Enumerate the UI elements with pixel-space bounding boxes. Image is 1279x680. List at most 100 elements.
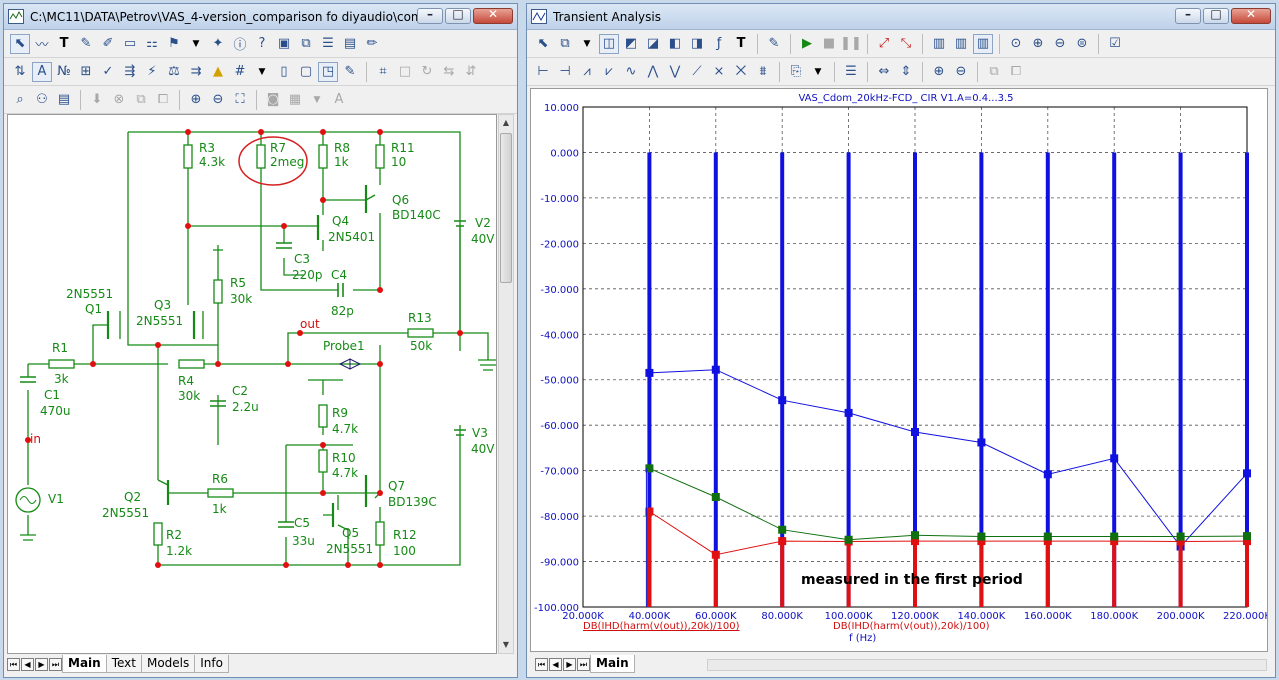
cursor-data-icon[interactable]: ⩩: [753, 62, 773, 82]
schematic-canvas[interactable]: R3 4.3k R7 2meg R8 1k R11 10 Q6 BD140C Q…: [7, 114, 497, 654]
edit-table-icon[interactable]: ✏: [362, 34, 382, 54]
prev-page-icon[interactable]: ◀: [21, 657, 34, 671]
grid-icon[interactable]: #: [230, 62, 250, 82]
stamp-icon[interactable]: ✦: [208, 34, 228, 54]
text-icon[interactable]: T: [731, 34, 751, 54]
format-icon[interactable]: ✎: [340, 62, 360, 82]
help-icon[interactable]: ?: [252, 34, 272, 54]
schematic-titlebar[interactable]: C:\MC11\DATA\Petrov\VAS_4-version_compar…: [4, 4, 517, 30]
r7-symbol[interactable]: [256, 144, 266, 169]
cursor-peak-icon[interactable]: ⊢: [533, 62, 553, 82]
copy-icon[interactable]: ⧉: [131, 90, 151, 110]
wire-mode-icon[interactable]: 〰: [32, 34, 52, 54]
last-page-icon[interactable]: ⏭: [577, 657, 590, 671]
box-icon[interactable]: □: [395, 62, 415, 82]
plot-panel[interactable]: VAS_Cdom_20kHz-FCD_ CIR V1.A=0.4...3.5 1…: [530, 88, 1268, 652]
settings-icon[interactable]: ☑: [1105, 34, 1125, 54]
dissipation-icon[interactable]: ⇉: [186, 62, 206, 82]
rotate-icon[interactable]: ↻: [417, 62, 437, 82]
r3-symbol[interactable]: [183, 144, 193, 169]
voltage-states-icon[interactable]: ✓: [98, 62, 118, 82]
power-icon[interactable]: ⚡: [142, 62, 162, 82]
text-mode-icon[interactable]: T: [54, 34, 74, 54]
tab-text[interactable]: Text: [105, 655, 142, 673]
grid-text-icon[interactable]: ⇅: [10, 62, 30, 82]
zoom-auto-icon[interactable]: ⊙: [1006, 34, 1026, 54]
r5-symbol[interactable]: [213, 279, 223, 304]
zoom-out-icon[interactable]: ⊖: [1050, 34, 1070, 54]
formula-icon[interactable]: ƒ: [709, 34, 729, 54]
crop-icon[interactable]: ⌗: [373, 62, 393, 82]
zoom-in-2-icon[interactable]: ⊕: [929, 62, 949, 82]
r10-symbol[interactable]: [318, 449, 328, 473]
zoom-fit-icon[interactable]: ⛶: [230, 90, 250, 110]
plot-layout-1-icon[interactable]: ▥: [929, 34, 949, 54]
zoom-box-icon[interactable]: ◩: [621, 34, 641, 54]
properties-icon[interactable]: ☰: [318, 34, 338, 54]
bus-icon[interactable]: ⚏: [142, 34, 162, 54]
component-list-icon[interactable]: ▤: [54, 90, 74, 110]
r4-symbol[interactable]: [178, 359, 205, 369]
dropdown-arrow-3-icon[interactable]: ▼: [307, 90, 327, 110]
flag-icon[interactable]: ⚑: [164, 34, 184, 54]
fit-vertical-icon[interactable]: ⇕: [896, 62, 916, 82]
paste-icon[interactable]: ⧠: [153, 90, 173, 110]
zoom-reset-icon[interactable]: ⊜: [1072, 34, 1092, 54]
fit-horizontal-icon[interactable]: ⇔: [874, 62, 894, 82]
zoom-in-icon[interactable]: ⊕: [1028, 34, 1048, 54]
current-arrows-icon[interactable]: ⇶: [120, 62, 140, 82]
dropdown-arrow-icon[interactable]: ▼: [186, 34, 206, 54]
plot-layout-3-icon[interactable]: ▥: [973, 33, 993, 54]
run-icon[interactable]: ▶: [797, 34, 817, 54]
warning-icon[interactable]: ▲: [208, 62, 228, 82]
cursor-x-icon[interactable]: ⨯: [709, 62, 729, 82]
title-block-icon[interactable]: ◳: [318, 61, 338, 82]
cursor-y-icon[interactable]: ⨉: [731, 62, 751, 82]
stepping-icon[interactable]: ⤢: [874, 34, 894, 54]
list-icon[interactable]: ☰: [841, 62, 861, 82]
tab-main[interactable]: Main: [62, 655, 107, 673]
close-button[interactable]: ✕: [1231, 7, 1271, 24]
plot-layout-2-icon[interactable]: ▥: [951, 34, 971, 54]
r1-symbol[interactable]: [48, 359, 75, 369]
first-page-icon[interactable]: ⏮: [535, 657, 548, 671]
prev-page-icon[interactable]: ◀: [549, 657, 562, 671]
point-tag-icon[interactable]: ◧: [665, 34, 685, 54]
pencil-icon[interactable]: ✎: [76, 34, 96, 54]
tag-icon[interactable]: ◪: [643, 34, 663, 54]
picture-icon[interactable]: ▣: [274, 34, 294, 54]
graph-icon[interactable]: ◫: [599, 33, 619, 54]
cursor-high-icon[interactable]: ⩘: [577, 62, 597, 82]
zoom-out-2-icon[interactable]: ⊖: [951, 62, 971, 82]
tab-main[interactable]: Main: [590, 655, 635, 673]
optimize-icon[interactable]: ⤡: [896, 34, 916, 54]
r8-symbol[interactable]: [318, 144, 328, 169]
cursor-low-icon[interactable]: ⩗: [599, 62, 619, 82]
network-icon[interactable]: ⧉: [296, 34, 316, 54]
c5-symbol[interactable]: [278, 521, 294, 528]
copy-icon[interactable]: ⧉: [984, 62, 1004, 82]
camera-icon[interactable]: ◙: [263, 90, 283, 110]
tab-info[interactable]: Info: [194, 655, 229, 673]
binoculars-icon[interactable]: ⚇: [32, 90, 52, 110]
select-mode-icon[interactable]: ⬉: [533, 34, 553, 54]
scale-icon[interactable]: ⧉: [555, 34, 575, 54]
r2-symbol[interactable]: [153, 522, 163, 546]
cursor-global-low-icon[interactable]: ⋁: [665, 62, 685, 82]
r12-symbol[interactable]: [375, 521, 385, 546]
dropdown-arrow-2-icon[interactable]: ▼: [808, 62, 828, 82]
r6-symbol[interactable]: [207, 488, 234, 498]
minimize-button[interactable]: –: [417, 7, 443, 24]
tab-models[interactable]: Models: [140, 655, 196, 673]
r11-symbol[interactable]: [375, 144, 385, 169]
first-page-icon[interactable]: ⏮: [7, 657, 20, 671]
next-page-icon[interactable]: ▶: [563, 657, 576, 671]
paste-icon[interactable]: ⧠: [1006, 62, 1026, 82]
attribute-icon[interactable]: A: [32, 61, 52, 82]
clipboard-icon[interactable]: ⎘: [786, 62, 806, 82]
c1-symbol[interactable]: [20, 376, 36, 383]
download-icon[interactable]: ⬇: [87, 90, 107, 110]
find-icon[interactable]: ⌕: [10, 90, 30, 110]
zoom-in-icon[interactable]: ⊕: [186, 90, 206, 110]
layout-icon[interactable]: ▦: [285, 90, 305, 110]
